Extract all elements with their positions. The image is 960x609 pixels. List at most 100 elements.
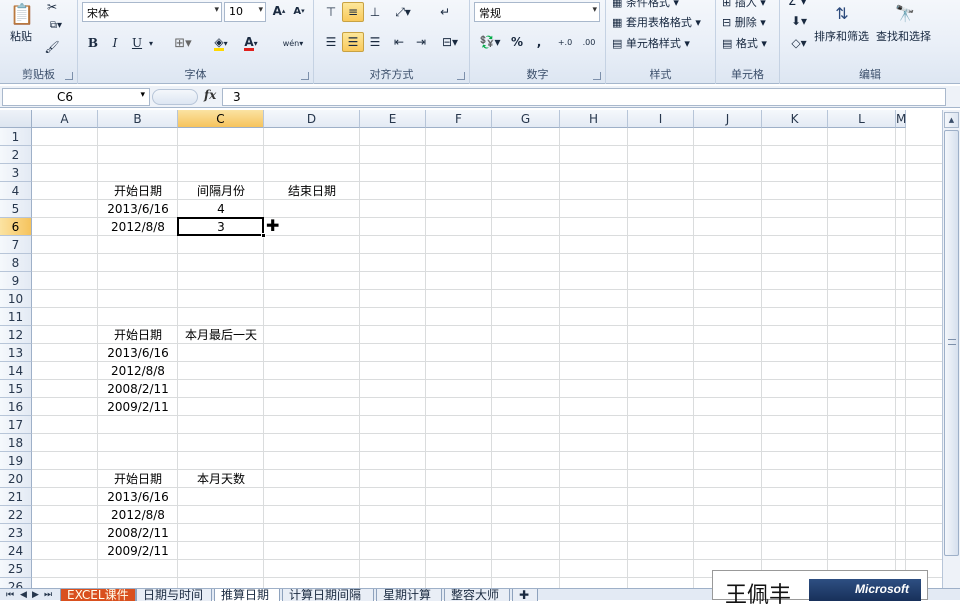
align-left-icon[interactable]: ☰ [320, 32, 342, 52]
sort-filter-button[interactable]: 排序和筛选 [814, 28, 869, 44]
column-header-h[interactable]: H [560, 110, 628, 128]
row-header-26[interactable]: 26 [0, 578, 32, 588]
row-header-19[interactable]: 19 [0, 452, 32, 470]
decrease-decimal-icon[interactable]: .00 [578, 32, 600, 52]
table-format-button[interactable]: ▦ 套用表格格式 ▾ [612, 14, 701, 30]
percent-button[interactable]: % [508, 32, 526, 52]
select-all-corner[interactable] [0, 110, 32, 128]
bold-button[interactable]: B [84, 34, 102, 52]
row-header-21[interactable]: 21 [0, 488, 32, 506]
font-launcher-icon[interactable] [301, 72, 309, 80]
align-bottom-icon[interactable]: ⊥ [364, 2, 386, 22]
merge-center-icon[interactable]: ⊟▾ [436, 32, 464, 52]
cell-c5[interactable]: 4 [178, 200, 264, 218]
row-header-20[interactable]: 20 [0, 470, 32, 488]
fill-icon[interactable]: ⬇▾ [786, 12, 812, 30]
font-color-icon[interactable]: A ▾ [238, 34, 264, 52]
phonetic-icon[interactable]: wén ▾ [278, 34, 308, 52]
cell-b23[interactable]: 2008/2/11 [98, 524, 178, 542]
sheet-tab[interactable]: 计算日期间隔 [282, 589, 374, 601]
align-right-icon[interactable]: ☰ [364, 32, 386, 52]
cell-b4[interactable]: 开始日期 [98, 182, 178, 200]
paste-button[interactable]: 粘贴 [10, 28, 32, 44]
new-sheet-icon[interactable]: ✚ [512, 589, 538, 601]
cell-c12[interactable]: 本月最后一天 [178, 326, 264, 344]
cell-b15[interactable]: 2008/2/11 [98, 380, 178, 398]
align-middle-icon[interactable]: ≡ [342, 2, 364, 22]
sheet-tab[interactable]: 日期与时间 [136, 589, 212, 601]
row-header-22[interactable]: 22 [0, 506, 32, 524]
format-button[interactable]: ▤ 格式 ▾ [722, 35, 767, 51]
row-header-15[interactable]: 15 [0, 380, 32, 398]
row-header-23[interactable]: 23 [0, 524, 32, 542]
scroll-thumb[interactable] [944, 130, 959, 556]
increase-decimal-icon[interactable]: +.0 [554, 32, 576, 52]
column-header-l[interactable]: L [828, 110, 896, 128]
row-header-16[interactable]: 16 [0, 398, 32, 416]
row-header-8[interactable]: 8 [0, 254, 32, 272]
font-size-select[interactable]: 10 ▾ [224, 2, 266, 22]
row-header-13[interactable]: 13 [0, 344, 32, 362]
column-header-c[interactable]: C [178, 110, 264, 128]
comma-button[interactable]: , [532, 32, 546, 52]
row-header-10[interactable]: 10 [0, 290, 32, 308]
cell-b22[interactable]: 2012/8/8 [98, 506, 178, 524]
row-header-6[interactable]: 6 [0, 218, 32, 236]
cell-b5[interactable]: 2013/6/16 [98, 200, 178, 218]
insert-function-button[interactable]: fx [204, 88, 216, 102]
conditional-format-button[interactable]: ▦ 条件格式 ▾ [612, 0, 679, 10]
cell-b24[interactable]: 2009/2/11 [98, 542, 178, 560]
clipboard-launcher-icon[interactable] [65, 72, 73, 80]
formula-input[interactable]: 3 [222, 88, 946, 106]
column-header-b[interactable]: B [98, 110, 178, 128]
scroll-up-icon[interactable]: ▲ [944, 112, 959, 128]
cell-b21[interactable]: 2013/6/16 [98, 488, 178, 506]
copy-icon[interactable]: ⧉▾ [44, 18, 68, 32]
row-header-18[interactable]: 18 [0, 434, 32, 452]
orientation-icon[interactable]: ⤢▾ [390, 2, 416, 22]
number-format-select[interactable]: 常规 ▾ [474, 2, 600, 22]
row-header-3[interactable]: 3 [0, 164, 32, 182]
prev-sheet-icon[interactable]: ◀ [20, 590, 27, 600]
cut-icon[interactable]: ✂ [44, 0, 60, 14]
cell-b16[interactable]: 2009/2/11 [98, 398, 178, 416]
cell-style-button[interactable]: ▤ 单元格样式 ▾ [612, 35, 690, 51]
formula-expand-handle[interactable] [152, 89, 198, 105]
row-header-17[interactable]: 17 [0, 416, 32, 434]
italic-button[interactable]: I [106, 34, 124, 52]
vertical-scrollbar[interactable]: ▲ [942, 110, 960, 588]
worksheet-grid[interactable]: A B C D E F G H I J K L M 1 2 3 4 5 6 7 8 9 10 11 12 13 14 15 16 17 18… [0, 110, 942, 588]
cell-d4[interactable]: 结束日期 [264, 182, 360, 200]
align-center-icon[interactable]: ☰ [342, 32, 364, 52]
row-header-5[interactable]: 5 [0, 200, 32, 218]
insert-button[interactable]: ⊞ 插入 ▾ [722, 0, 766, 10]
sheet-tab[interactable]: EXCEL课件 [60, 589, 136, 601]
underline-button[interactable]: U [128, 34, 146, 52]
find-select-button[interactable]: 查找和选择 [876, 28, 931, 44]
font-name-select[interactable]: 宋体 ▾ [82, 2, 222, 22]
cell-c20[interactable]: 本月天数 [178, 470, 264, 488]
grow-font-button[interactable]: A ▴ [270, 2, 288, 20]
column-header-j[interactable]: J [694, 110, 762, 128]
chevron-down-icon[interactable]: ▾ [146, 34, 156, 52]
cell-b12[interactable]: 开始日期 [98, 326, 178, 344]
clear-icon[interactable]: ◇▾ [786, 34, 812, 52]
delete-button[interactable]: ⊟ 删除 ▾ [722, 14, 766, 30]
sheet-tab[interactable]: 整容大师 [444, 589, 510, 601]
last-sheet-icon[interactable]: ⏭ [44, 590, 52, 600]
row-header-11[interactable]: 11 [0, 308, 32, 326]
column-header-m[interactable]: M [896, 110, 906, 128]
column-header-e[interactable]: E [360, 110, 426, 128]
row-header-1[interactable]: 1 [0, 128, 32, 146]
row-header-14[interactable]: 14 [0, 362, 32, 380]
decrease-indent-icon[interactable]: ⇤ [388, 32, 410, 52]
format-painter-icon[interactable]: 🖌 [44, 40, 60, 54]
sort-filter-icon[interactable]: ⇅ [830, 0, 854, 26]
cell-b6[interactable]: 2012/8/8 [98, 218, 178, 236]
currency-icon[interactable]: 💱▾ [476, 32, 504, 52]
alignment-launcher-icon[interactable] [457, 72, 465, 80]
name-box[interactable]: C6 ▾ [2, 88, 150, 106]
row-header-2[interactable]: 2 [0, 146, 32, 164]
row-header-9[interactable]: 9 [0, 272, 32, 290]
increase-indent-icon[interactable]: ⇥ [410, 32, 432, 52]
